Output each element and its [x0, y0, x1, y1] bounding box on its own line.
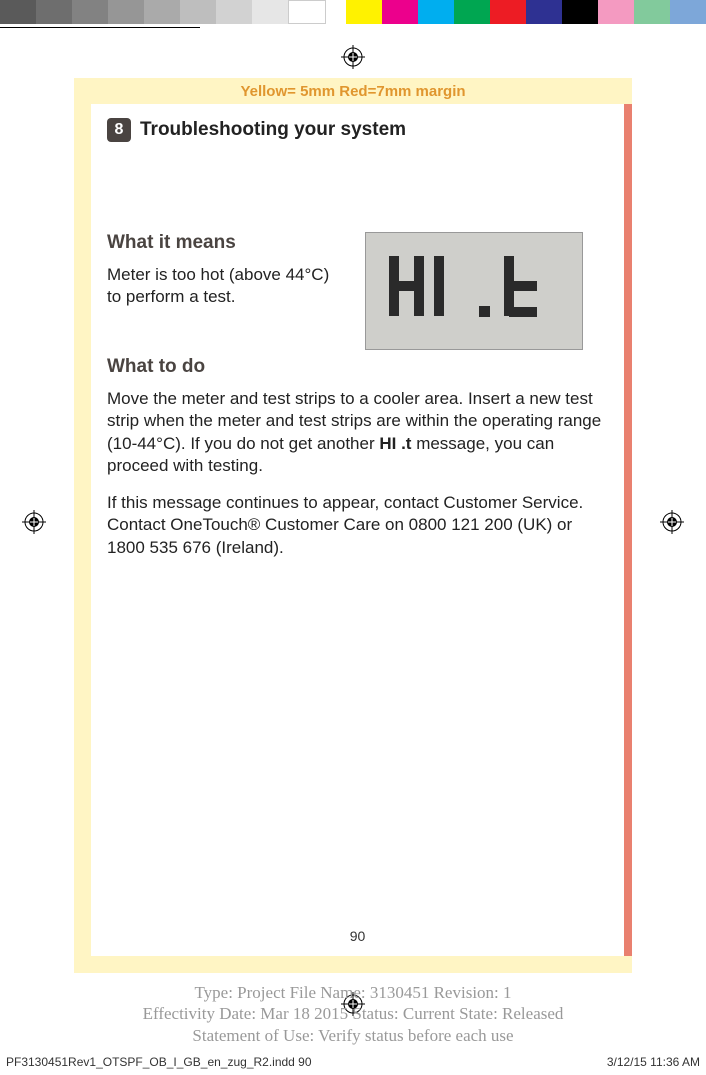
color-swatch: [490, 0, 526, 24]
what-to-do-body-2: If this message continues to appear, con…: [107, 492, 602, 559]
color-swatch: [0, 0, 36, 24]
bleed-annotation: Yellow= 5mm Red=7mm margin: [74, 78, 632, 104]
meta-line-2: Effectivity Date: Mar 18 2015 Status: Cu…: [60, 1003, 646, 1024]
color-swatch: [634, 0, 670, 24]
color-swatch: [562, 0, 598, 24]
color-swatch: [326, 0, 346, 24]
trim-rule: [0, 27, 200, 28]
color-swatch: [454, 0, 490, 24]
color-swatch: [252, 0, 288, 24]
page-number: 90: [91, 928, 624, 944]
section-heading-what-it-means: What it means: [107, 232, 347, 254]
color-swatch: [36, 0, 72, 24]
page-bleed-yellow: Yellow= 5mm Red=7mm margin 8 Troubleshoo…: [74, 78, 632, 973]
color-swatch: [288, 0, 326, 24]
slug-line: PF3130451Rev1_OTSPF_OB_I_GB_en_zug_R2.in…: [0, 1055, 706, 1069]
color-swatch: [216, 0, 252, 24]
chapter-number-badge: 8: [107, 118, 131, 142]
slug-timestamp: 3/12/15 11:36 AM: [607, 1055, 700, 1069]
color-swatch: [144, 0, 180, 24]
color-swatch: [72, 0, 108, 24]
color-swatch: [598, 0, 634, 24]
meta-line-3: Statement of Use: Verify status before e…: [60, 1025, 646, 1046]
meta-line-1: Type: Project File Name: 3130451 Revisio…: [60, 982, 646, 1003]
chapter-header: 8 Troubleshooting your system: [107, 118, 602, 142]
color-swatch: [670, 0, 706, 24]
page-bleed-red: 8 Troubleshooting your system What it me…: [91, 104, 632, 956]
color-swatch: [526, 0, 562, 24]
registration-mark-icon: [660, 510, 684, 534]
page-content: 8 Troubleshooting your system What it me…: [91, 104, 624, 956]
chapter-title: Troubleshooting your system: [140, 119, 406, 141]
color-swatch: [382, 0, 418, 24]
lcd-segment-icon: [384, 251, 564, 331]
registration-mark-icon: [22, 510, 46, 534]
what-to-do-body-1: Move the meter and test strips to a cool…: [107, 388, 602, 478]
document-metadata: Type: Project File Name: 3130451 Revisio…: [60, 982, 646, 1046]
meter-lcd-display: [365, 232, 583, 350]
slug-file: PF3130451Rev1_OTSPF_OB_I_GB_en_zug_R2.in…: [6, 1055, 312, 1069]
section-heading-what-to-do: What to do: [107, 356, 602, 378]
color-swatch: [108, 0, 144, 24]
color-calibration-bars: [0, 0, 706, 24]
what-it-means-body: Meter is too hot (above 44°C) to perform…: [107, 264, 347, 309]
registration-mark-icon: [341, 45, 365, 69]
color-swatch: [418, 0, 454, 24]
color-swatch: [346, 0, 382, 24]
body1-part-b: HI .t: [379, 434, 411, 453]
color-swatch: [180, 0, 216, 24]
